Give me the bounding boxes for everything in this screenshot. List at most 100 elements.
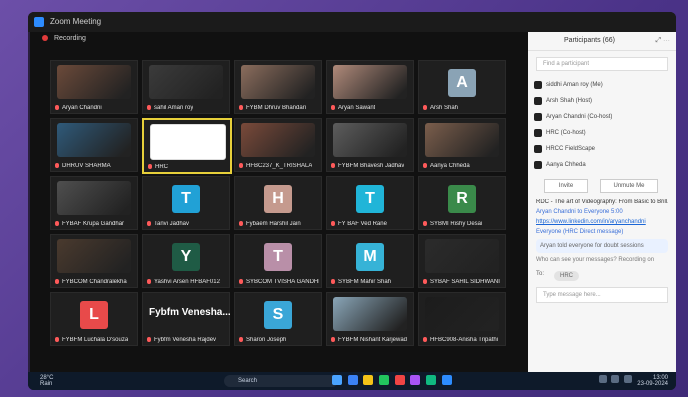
video-feed	[333, 297, 407, 331]
muted-mic-icon	[331, 336, 335, 342]
muted-mic-icon	[331, 278, 335, 284]
participant-row[interactable]: HRC (Co-host)	[528, 125, 676, 141]
participant-tile[interactable]: FYBM Dhruv Bhandari	[234, 60, 322, 114]
taskbar-search-input[interactable]: Search	[224, 375, 338, 387]
chat-note: Everyone (HRC Direct message)	[536, 229, 624, 235]
participant-avatar	[534, 145, 542, 153]
browser-icon[interactable]	[347, 375, 358, 385]
recipient-chip[interactable]: HRC	[554, 271, 579, 281]
video-feed	[425, 239, 499, 273]
weather-text: Rain	[40, 381, 53, 387]
recording-dot-icon	[42, 35, 48, 42]
participant-name-text: Fybaem Harshil Jain	[246, 221, 301, 227]
panel-controls-icon[interactable]: ⤢ ⋯	[655, 32, 670, 50]
zoom-icon[interactable]	[441, 375, 452, 385]
chat-message-input[interactable]: Type message here...	[536, 287, 668, 303]
volume-icon[interactable]	[611, 375, 620, 383]
participant-search-input[interactable]: Find a participant	[536, 57, 668, 71]
participant-row[interactable]: HRCC FieldScape	[528, 141, 676, 157]
participant-name: Aryan Sawant	[331, 104, 375, 111]
logo-image	[150, 124, 226, 160]
invite-button[interactable]: Invite	[544, 179, 588, 193]
avatar-letter: A	[448, 69, 476, 97]
weather-widget[interactable]: 28°C Rain	[40, 375, 53, 387]
muted-mic-icon	[239, 104, 243, 110]
participant-name-text: FY BAF Ved Rane	[338, 221, 387, 227]
participant-tile[interactable]: Aryan Sawant	[326, 60, 414, 114]
clock[interactable]: 13:00 23-09-2024	[637, 375, 668, 387]
muted-mic-icon	[423, 278, 427, 284]
participant-tile[interactable]: T Tanvi Jadhav	[142, 176, 230, 230]
participant-tile[interactable]: HFBC237_K_TRISHALA	[234, 118, 322, 172]
participant-name: SYBCOM TVISHA GANDHI	[239, 278, 319, 285]
participant-name-text: Fybfm Venesha Rajdev	[154, 337, 217, 343]
participant-row[interactable]: Arsh Shah (Host)	[528, 93, 676, 109]
video-feed	[57, 239, 131, 273]
start-icon[interactable]	[332, 375, 342, 385]
windows-taskbar: 28°C Rain Search 13:00 23-09-2024	[28, 372, 676, 390]
participant-name-text: HFBC237_K_TRISHALA	[246, 163, 313, 169]
participant-tile[interactable]: Fybfm Venesha... Fybfm Venesha Rajdev	[142, 292, 231, 346]
laptop-screen: Zoom Meeting Recording Aryan Chandni sahi…	[28, 12, 676, 390]
app-purple-icon[interactable]	[410, 375, 421, 385]
participant-name-text: SYBMI Rishy Desai	[430, 221, 483, 227]
participant-name: SYBFM Mahir Shah	[331, 278, 391, 285]
participant-tile[interactable]: FYBAF Krupa Gandhar	[50, 176, 138, 230]
avatar-letter: R	[448, 185, 476, 213]
participant-tile[interactable]: T FY BAF Ved Rane	[326, 176, 414, 230]
participant-row[interactable]: Aanya Chheda	[528, 157, 676, 173]
participant-tile[interactable]: Y Yashvi Arsen HFBAF012	[142, 234, 230, 288]
participant-name-text: Aryan Chandni	[62, 105, 102, 111]
participant-name-text: FYBAF Krupa Gandhar	[62, 221, 125, 227]
muted-mic-icon	[239, 278, 243, 284]
participant-tile[interactable]: HRC	[142, 118, 232, 174]
video-feed	[241, 123, 315, 157]
participant-tile[interactable]: M SYBFM Mahir Shah	[326, 234, 414, 288]
participant-row-name: siddhi Aman roy (Me)	[546, 82, 603, 88]
participant-tile[interactable]: Aanya Chheda	[418, 118, 506, 172]
app-green-icon[interactable]	[379, 375, 390, 385]
video-feed	[241, 65, 315, 99]
participant-name: sahil Aman roy	[147, 104, 193, 111]
battery-icon[interactable]	[624, 375, 632, 383]
participant-tile[interactable]: SYBAF SAHIL SIDHWANI	[418, 234, 506, 288]
participant-row[interactable]: Aryan Chandni (Co-host)	[528, 109, 676, 125]
chat-link[interactable]: https://www.linkedin.com/in/aryanchandni	[536, 219, 668, 225]
participant-name: SYBAF SAHIL SIDHWANI	[423, 278, 500, 285]
muted-mic-icon	[423, 220, 427, 226]
name-text-tile: Fybfm Venesha...	[149, 307, 231, 318]
recording-indicator: Recording	[42, 35, 86, 42]
participant-row-name: HRCC FieldScape	[546, 146, 596, 152]
chat-message-bubble: Aryan told everyone for doubt sessions	[536, 239, 668, 253]
participant-tile[interactable]: Aryan Chandni	[50, 60, 138, 114]
participant-tile[interactable]: FYBFM Nishant Karjewad	[326, 292, 414, 346]
window-title: Zoom Meeting	[50, 17, 102, 26]
wifi-icon[interactable]	[598, 375, 607, 383]
app-red-icon[interactable]	[394, 375, 405, 385]
avatar-letter: Y	[172, 243, 200, 271]
participant-name-text: FYBFM Nishant Karjewad	[338, 337, 408, 343]
participant-tile[interactable]: L FYBFM Luchala D'souza	[50, 292, 138, 346]
participant-row[interactable]: siddhi Aman roy (Me)	[528, 77, 676, 93]
participant-tile[interactable]: sahil Aman roy	[142, 60, 230, 114]
participant-tile[interactable]: FYBCOM Chandralekha	[50, 234, 138, 288]
participant-tile[interactable]: HFBC908-Anisha Tripathi	[418, 292, 506, 346]
participant-tile[interactable]: R SYBMI Rishy Desai	[418, 176, 506, 230]
participant-name: Tanvi Jadhav	[147, 220, 189, 227]
folder-icon[interactable]	[363, 375, 374, 385]
whatsapp-icon[interactable]	[426, 375, 437, 385]
participant-tile[interactable]: T SYBCOM TVISHA GANDHI	[234, 234, 322, 288]
participants-header: Participants (66) ⤢ ⋯	[528, 32, 676, 51]
muted-mic-icon	[239, 336, 243, 342]
participant-tile[interactable]: DHRUV SHARMA	[50, 118, 138, 172]
participant-tile[interactable]: S Sharon Joseph	[234, 292, 322, 346]
participant-tile[interactable]: H Fybaem Harshil Jain	[234, 176, 322, 230]
participants-list: siddhi Aman roy (Me) Arsh Shah (Host) Arya…	[528, 77, 676, 173]
muted-mic-icon	[55, 278, 59, 284]
unmute-me-button[interactable]: Unmute Me	[600, 179, 658, 193]
avatar-letter: T	[264, 243, 292, 271]
avatar-letter: T	[356, 185, 384, 213]
participant-name-text: Sharon Joseph	[246, 337, 287, 343]
participant-tile[interactable]: FYBFM Bhavesh Jadhav	[326, 118, 414, 172]
participant-tile[interactable]: A Arsh Shah	[418, 60, 506, 114]
